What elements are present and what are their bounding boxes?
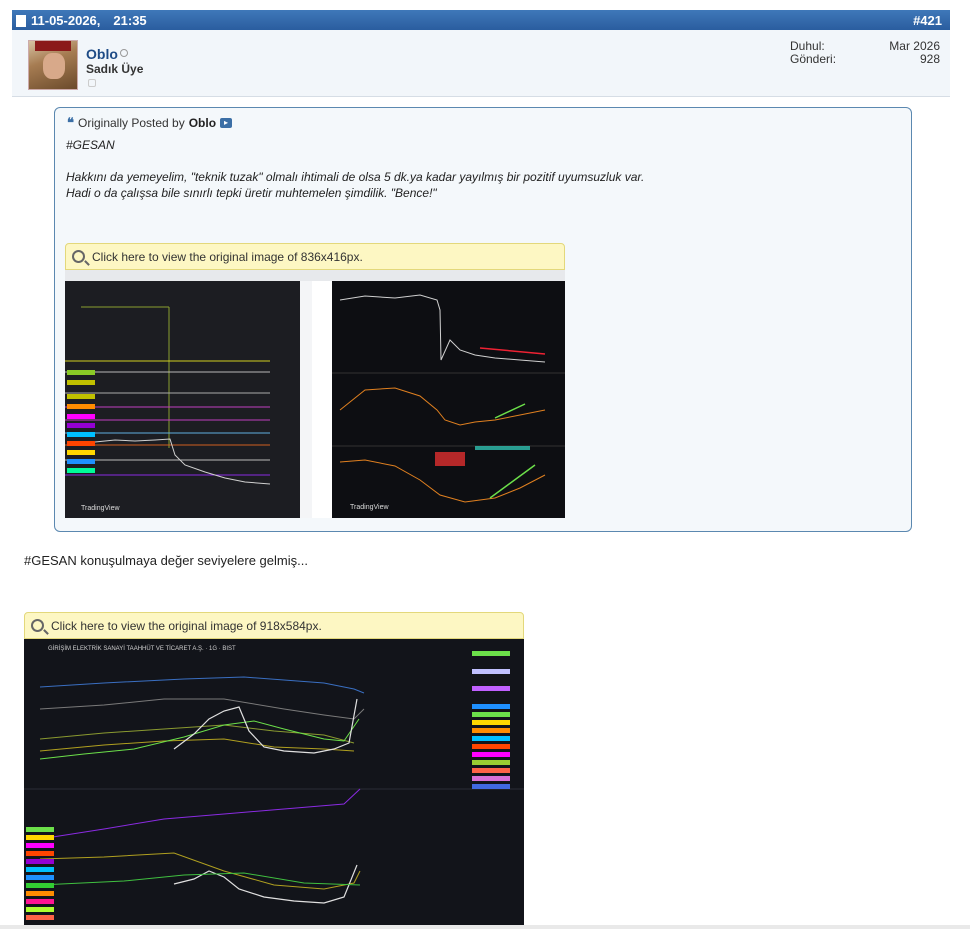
doc-icon [16,14,26,27]
quote-chart-svg: TradingView TradingView [65,270,565,518]
avatar[interactable] [28,40,78,90]
quote-text: #GESAN Hakkını da yemeyelim, "teknik tuz… [66,137,644,201]
user-title: Sadık Üye [86,62,144,76]
message-chart-image[interactable]: GİRİŞİM ELEKTRİK SANAYİ TAAHHÜT VE TİCAR… [24,639,524,927]
zoom-icon [31,619,44,632]
quote-line-1: Hakkını da yemeyelim, "teknik tuzak" olm… [66,170,645,184]
post-date: 11-05-2026, 21:35 [16,13,147,28]
view-post-icon[interactable]: ▸ [220,118,233,128]
message-chart-title: GİRİŞİM ELEKTRİK SANAYİ TAAHHÜT VE TİCAR… [48,645,236,652]
quote-line-2: Hadi o da çalışsa bile sınırlı tepki üre… [66,186,437,200]
zoom-icon [72,250,85,263]
message-chart-svg: GİRİŞİM ELEKTRİK SANAYİ TAAHHÜT VE TİCAR… [24,645,524,920]
quote-tag: #GESAN [66,138,115,152]
posts-value: 928 [919,52,940,66]
quote-prefix: Originally Posted by [78,116,185,130]
quote-icon: ❝ [67,115,74,130]
message-image-bar-text: Click here to view the original image of… [51,618,322,633]
quote-chart-watermark-right: TradingView [350,504,389,511]
user-info-panel: Oblo Sadık Üye Duhul: Mar 2026 Gönderi: 92… [12,30,950,97]
quote-image-bar-text: Click here to view the original image of… [92,249,363,264]
post-number-link[interactable]: #421 [913,13,942,28]
reputation-icon [88,79,96,87]
posts-label: Gönderi: [790,52,837,66]
post-time-text: 21:35 [113,13,147,28]
quote-author: Oblo [188,116,217,130]
username-link[interactable]: Oblo [86,46,118,62]
post-date-text: 11-05-2026, [31,13,101,28]
post-header-bar: 11-05-2026, 21:35 #421 [12,10,950,30]
message-image-bar[interactable]: Click here to view the original image of… [24,612,524,639]
quote-image-bar[interactable]: Click here to view the original image of… [65,243,565,270]
quote-chart-image[interactable]: TradingView TradingView [65,270,565,518]
online-status-icon [120,49,128,57]
user-stats: Duhul: Mar 2026 Gönderi: 928 [790,40,940,66]
browser-top-strip [0,0,970,10]
bottom-divider [0,925,970,929]
message-text: #GESAN konuşulmaya değer seviyelere gelm… [24,553,308,568]
quote-header: ❝ Originally Posted by Oblo ▸ [67,115,233,131]
quote-chart-watermark-left: TradingView [81,505,120,512]
